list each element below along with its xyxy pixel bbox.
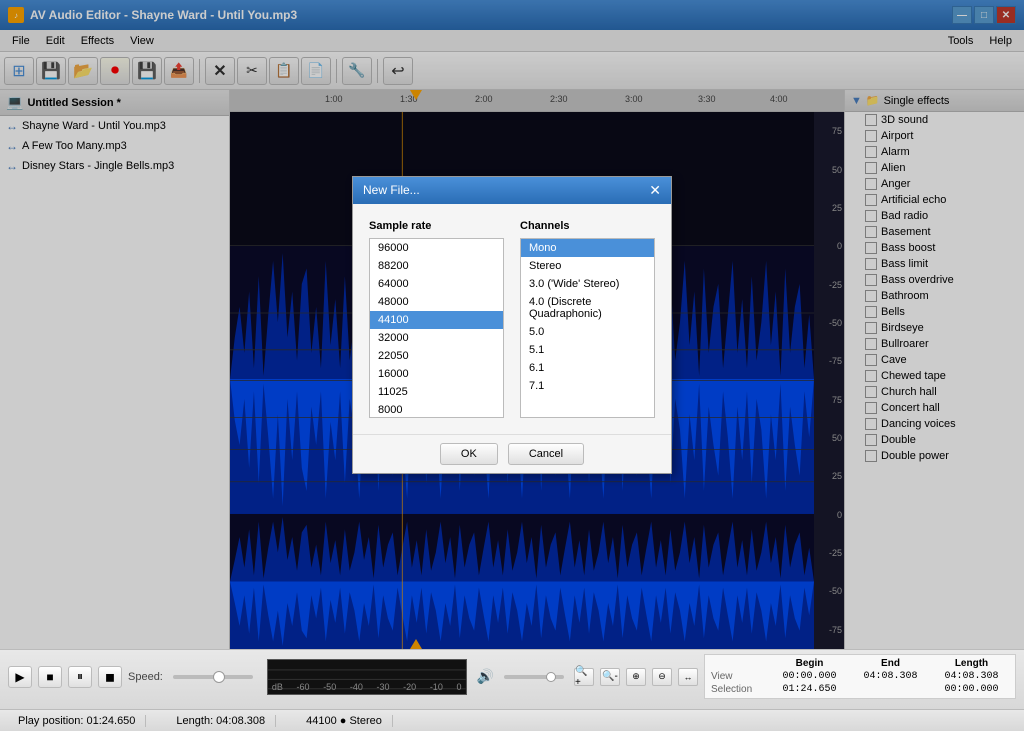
view-end: 04:08.308 <box>853 671 928 682</box>
ch-71[interactable]: 7.1 <box>521 377 654 395</box>
zoom-out-v-button[interactable]: ⊖ <box>652 668 672 686</box>
sel-length: 00:00.000 <box>934 684 1009 695</box>
dialog-close-button[interactable]: ✕ <box>649 182 661 199</box>
selection-label: Selection <box>711 684 766 695</box>
spec-m50: -50 <box>323 682 336 692</box>
modal-overlay: New File... ✕ Sample rate 96000 88200 64… <box>0 0 1024 649</box>
volume-thumb[interactable] <box>546 672 556 682</box>
sr-16000[interactable]: 16000 <box>370 365 503 383</box>
new-file-dialog: New File... ✕ Sample rate 96000 88200 64… <box>352 176 672 474</box>
format-status: 44100 ● Stereo <box>296 715 393 727</box>
speed-slider[interactable] <box>173 675 253 679</box>
spec-m10: -10 <box>430 682 443 692</box>
sample-rate-list[interactable]: 96000 88200 64000 48000 44100 32000 2205… <box>369 238 504 418</box>
speed-thumb[interactable] <box>213 671 225 683</box>
length-header: Length <box>934 658 1009 669</box>
sr-22050[interactable]: 22050 <box>370 347 503 365</box>
zoom-out-h-button[interactable]: 🔍- <box>600 668 620 686</box>
ch-mono[interactable]: Mono <box>521 239 654 257</box>
length-status: Length: 04:08.308 <box>166 715 276 727</box>
dialog-title-bar: New File... ✕ <box>353 177 671 204</box>
time-display: Begin End Length View 00:00.000 04:08.30… <box>704 654 1016 699</box>
volume-icon: 🔊 <box>477 668 494 685</box>
dialog-footer: OK Cancel <box>353 434 671 473</box>
sr-64000[interactable]: 64000 <box>370 275 503 293</box>
time-blank <box>711 658 766 669</box>
channels-section: Channels Mono Stereo 3.0 ('Wide' Stereo)… <box>520 220 655 418</box>
channels-list[interactable]: Mono Stereo 3.0 ('Wide' Stereo) 4.0 (Dis… <box>520 238 655 418</box>
spectrum-meter: dB -60 -50 -40 -30 -20 -10 0 <box>267 659 467 695</box>
ch-stereo[interactable]: Stereo <box>521 257 654 275</box>
sr-44100[interactable]: 44100 <box>370 311 503 329</box>
speed-label: Speed: <box>128 671 163 683</box>
sr-8000[interactable]: 8000 <box>370 401 503 418</box>
sel-end <box>853 684 928 695</box>
spec-m60: -60 <box>297 682 310 692</box>
play-button[interactable]: ▶ <box>8 666 32 688</box>
zoom-fit-button[interactable]: ↔ <box>678 668 698 686</box>
sample-rate-section: Sample rate 96000 88200 64000 48000 4410… <box>369 220 504 418</box>
stop-button-2[interactable]: ◼ <box>98 666 122 688</box>
spec-m20: -20 <box>403 682 416 692</box>
spec-db-label: dB <box>272 682 283 692</box>
ch-5[interactable]: 5.0 <box>521 323 654 341</box>
sr-48000[interactable]: 48000 <box>370 293 503 311</box>
ch-4-quad[interactable]: 4.0 (Discrete Quadraphonic) <box>521 293 654 323</box>
ok-button[interactable]: OK <box>440 443 498 465</box>
sr-96000[interactable]: 96000 <box>370 239 503 257</box>
end-header: End <box>853 658 928 669</box>
channels-label: Channels <box>520 220 655 232</box>
sel-begin: 01:24.650 <box>772 684 847 695</box>
view-label: View <box>711 671 766 682</box>
status-bar: Play position: 01:24.650 Length: 04:08.3… <box>0 709 1024 731</box>
ch-51[interactable]: 5.1 <box>521 341 654 359</box>
pause-button[interactable]: ⏸ <box>68 666 92 688</box>
sample-rate-label: Sample rate <box>369 220 504 232</box>
ch-3-wide[interactable]: 3.0 ('Wide' Stereo) <box>521 275 654 293</box>
ch-61[interactable]: 6.1 <box>521 359 654 377</box>
spec-m40: -40 <box>350 682 363 692</box>
sr-32000[interactable]: 32000 <box>370 329 503 347</box>
stop-button[interactable]: ■ <box>38 666 62 688</box>
dialog-body: Sample rate 96000 88200 64000 48000 4410… <box>353 204 671 434</box>
spec-0: 0 <box>456 682 461 692</box>
view-begin: 00:00.000 <box>772 671 847 682</box>
sr-88200[interactable]: 88200 <box>370 257 503 275</box>
play-position-status: Play position: 01:24.650 <box>8 715 146 727</box>
volume-slider[interactable] <box>504 675 564 679</box>
dialog-title: New File... <box>363 183 420 197</box>
spec-m30: -30 <box>377 682 390 692</box>
transport-bar: ▶ ■ ⏸ ◼ Speed: dB -60 -50 -40 -30 -20 <box>0 649 1024 709</box>
cancel-button[interactable]: Cancel <box>508 443 584 465</box>
zoom-in-h-button[interactable]: 🔍+ <box>574 668 594 686</box>
sr-11025[interactable]: 11025 <box>370 383 503 401</box>
begin-header: Begin <box>772 658 847 669</box>
view-length: 04:08.308 <box>934 671 1009 682</box>
zoom-in-v-button[interactable]: ⊕ <box>626 668 646 686</box>
